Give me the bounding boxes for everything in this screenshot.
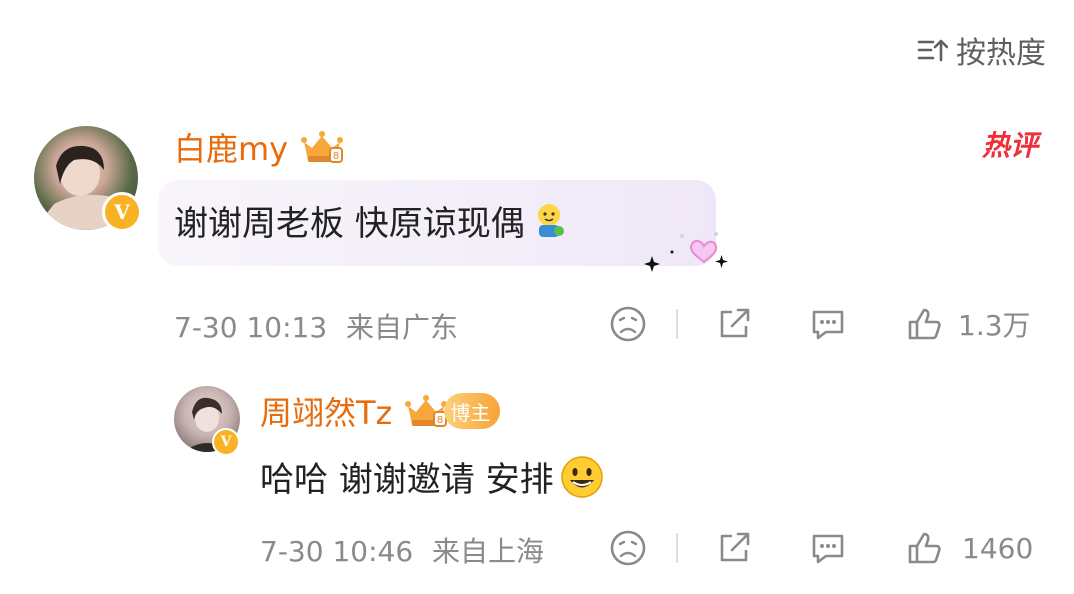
comment-meta: 7-30 10:13 来自广东 <box>174 306 458 346</box>
sort-label: 按热度 <box>956 36 1046 71</box>
divider <box>676 533 678 563</box>
sort-icon <box>917 39 948 62</box>
dislike-button[interactable] <box>608 528 648 568</box>
comment-text: 谢谢周老板 快原谅现偶 <box>174 196 569 245</box>
like-count: 1460 <box>962 531 1034 565</box>
reply-actions: 1460 <box>608 528 1033 568</box>
like-count: 1.3万 <box>958 309 1031 342</box>
blogger-badge: 博主 <box>444 393 501 429</box>
hot-comment-badge: 热评 <box>981 129 1038 162</box>
svg-text:8: 8 <box>333 151 339 162</box>
dislike-button[interactable] <box>608 304 648 344</box>
svg-text:8: 8 <box>437 415 443 426</box>
comment-time: 7-30 10:13 <box>174 311 328 344</box>
share-icon <box>720 308 750 338</box>
like-icon <box>908 308 941 340</box>
like-button[interactable]: 1.3万 <box>904 304 1031 344</box>
divider <box>676 309 678 339</box>
crown-badge-icon: 8 <box>301 131 344 163</box>
v-verified-icon: V <box>102 192 142 232</box>
reply-meta: 7-30 10:46 来自上海 <box>260 530 544 570</box>
share-button[interactable] <box>714 528 754 568</box>
emoji-sad-icon <box>610 306 646 342</box>
reply-time: 7-30 10:46 <box>260 535 414 568</box>
reply-button[interactable] <box>808 304 848 344</box>
like-icon <box>908 532 941 564</box>
reply-button[interactable] <box>808 528 848 568</box>
emoji-sad-icon <box>610 530 646 566</box>
share-icon <box>720 532 750 562</box>
v-verified-icon: V <box>212 428 240 456</box>
commenter-name[interactable]: 周翊然Tz <box>260 388 392 434</box>
share-button[interactable] <box>714 304 754 344</box>
like-button[interactable]: 1460 <box>904 528 1033 568</box>
reply-location: 来自上海 <box>432 535 545 568</box>
crown-badge-icon: 8 <box>405 395 448 427</box>
commenter-name[interactable]: 白鹿my <box>174 124 288 170</box>
comment-icon <box>812 534 844 564</box>
comment-icon <box>812 310 844 340</box>
comment-location: 来自广东 <box>346 311 459 344</box>
blogger-badge-label: 博主 <box>450 400 491 425</box>
doll-emoji-icon <box>537 203 564 237</box>
smile-emoji-icon <box>560 455 603 498</box>
sort-by-hot-button[interactable]: 按热度 <box>916 28 1046 72</box>
reply-text: 哈哈 谢谢邀请 安排 <box>260 452 604 501</box>
heart-sparkle-icon <box>644 232 728 272</box>
comment-actions: 1.3万 <box>608 304 1031 344</box>
